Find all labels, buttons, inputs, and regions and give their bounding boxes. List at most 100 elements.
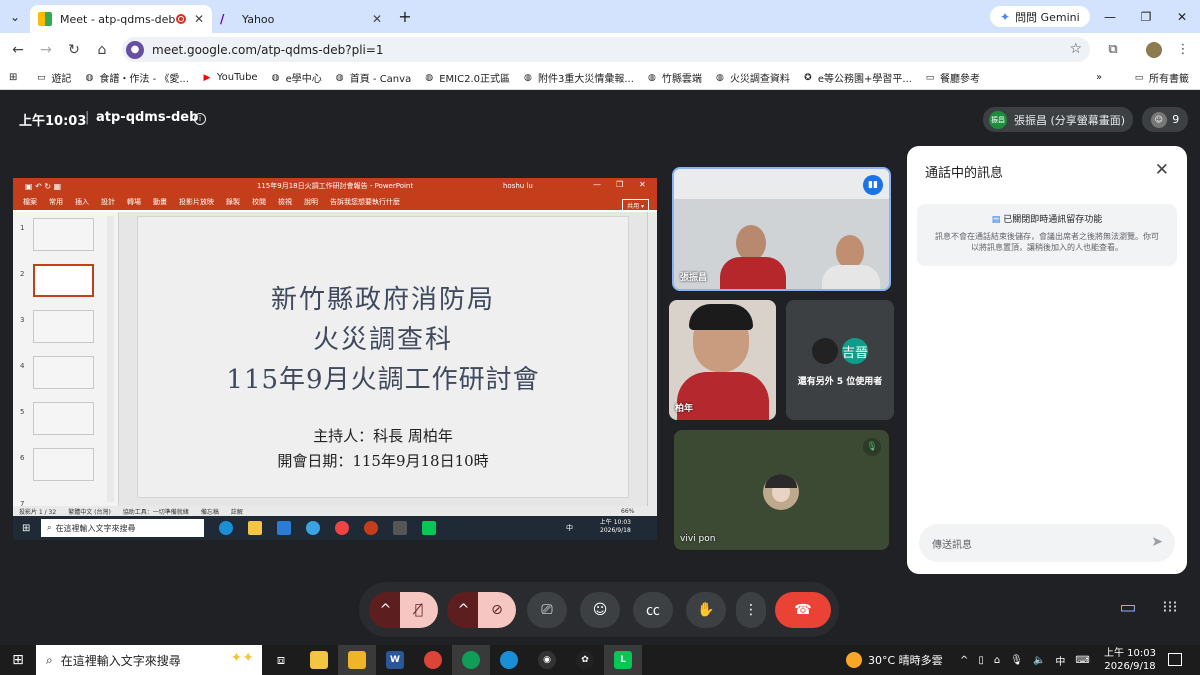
extensions-puzzle-icon[interactable]: ⧉ [1098, 33, 1128, 66]
video-tile-bainian[interactable]: 柏年 [669, 300, 776, 420]
reactions-button[interactable]: ☺ [580, 592, 620, 628]
send-icon[interactable]: ➤ [1151, 534, 1163, 550]
bookmark-item[interactable]: ✪ e等公務園+學習平... [802, 70, 912, 86]
media-app-icon[interactable]: ◉ [528, 645, 566, 675]
weather-text: 30°C 晴時多雲 [868, 654, 943, 667]
present-screen-button[interactable]: ⎚ [527, 592, 567, 628]
tray-keyboard-icon[interactable]: ⌨ [1075, 655, 1089, 666]
bookmark-label: e等公務園+學習平... [817, 74, 912, 85]
tray-mic-icon[interactable]: 🎙 [1010, 655, 1023, 666]
start-windows-icon[interactable]: ⊞ [0, 645, 36, 675]
meeting-info-icon[interactable]: i [194, 113, 206, 125]
new-tab-button[interactable]: + [390, 7, 420, 26]
chatgpt-icon[interactable]: ✿ [566, 645, 604, 675]
bookmark-item[interactable]: ◍ e學中心 [270, 70, 322, 86]
file-explorer-icon[interactable] [338, 645, 376, 675]
shared-edge-icon [219, 521, 233, 535]
activities-grid-icon[interactable]: ⁝⁝⁝ [1158, 597, 1182, 621]
bookmark-item[interactable]: ▭ 遊記 [35, 70, 71, 86]
slide-thumbnail [33, 448, 94, 481]
restore-window-icon[interactable]: ❐ [1128, 0, 1164, 33]
shared-ime: 中 [566, 524, 573, 532]
bookmark-label: 竹縣雲端 [661, 74, 702, 85]
tray-network-icon[interactable]: ⌂ [994, 655, 1000, 666]
more-participants-tile[interactable]: 吉晉 還有另外 5 位使用者 [786, 300, 894, 420]
bookmark-item[interactable]: ◍ 附件3重大災情彙報... [522, 70, 634, 86]
chat-message-input[interactable]: 傳送訊息 ➤ [919, 524, 1175, 562]
tab-search-chevron-icon[interactable]: ⌄ [0, 0, 30, 33]
chrome-icon[interactable] [414, 645, 452, 675]
close-chat-icon[interactable]: ✕ [1155, 160, 1169, 180]
video-tile-vivi[interactable]: 🎙 vivi pon [674, 430, 889, 550]
audio-options-chevron-icon[interactable]: ^ [369, 592, 402, 628]
tab-title: Yahoo [242, 12, 275, 26]
all-bookmarks[interactable]: ▭ 所有書籤 [1133, 70, 1189, 86]
tray-device-icon[interactable]: ▯ [978, 655, 984, 666]
reload-icon[interactable]: ↻ [60, 42, 88, 58]
edge-icon[interactable] [490, 645, 528, 675]
thumbnail-number: 2 [20, 270, 25, 278]
tab-meet[interactable]: Meet - atp-qdms-deb ✕ [30, 5, 212, 33]
task-view-icon[interactable]: ⧈ [262, 645, 300, 675]
omnibox[interactable]: ● meet.google.com/atp-qdms-deb?pli=1 ☆ [122, 37, 1090, 62]
chrome-profile-icon[interactable] [452, 645, 490, 675]
tray-volume-icon[interactable]: 🔈 [1033, 655, 1045, 666]
taskbar-search[interactable]: ⌕ 在這裡輸入文字來搜尋 ✦✦ [36, 645, 262, 675]
bookmark-item[interactable]: ◍ 首頁 - Canva [334, 70, 411, 86]
apps-grid-icon[interactable]: ⊞ [9, 72, 17, 83]
bookmark-item[interactable]: ▭ 餐廳參考 [924, 70, 980, 86]
more-options-button[interactable]: ⋮ [736, 592, 766, 628]
participants-button[interactable]: ☺ 9 [1142, 107, 1188, 132]
raise-hand-button[interactable]: ✋ [686, 592, 726, 628]
shared-ppt-icon [364, 521, 378, 535]
word-icon[interactable]: W [376, 645, 414, 675]
captions-icon: ㏄ [646, 603, 660, 619]
system-clock[interactable]: 上午 10:03 2026/9/18 [1104, 647, 1156, 673]
captions-button[interactable]: ㏄ [633, 592, 673, 628]
more-menu-icon[interactable]: ⋮ [1168, 33, 1198, 66]
presenter-chip[interactable]: 振昌 張振昌 (分享螢幕畫面) [983, 107, 1134, 132]
slide-thumbnail [33, 402, 94, 435]
bookmarks-overflow-icon[interactable]: » [1096, 72, 1102, 83]
gemini-button[interactable]: ✦ 問問 Gemini [990, 6, 1090, 27]
tray-ime[interactable]: 中 [1055, 653, 1065, 668]
slide-thumbnail [33, 264, 94, 297]
video-options-chevron-icon[interactable]: ^ [447, 592, 480, 628]
camera-off-button[interactable]: ⊘ [478, 592, 516, 628]
ppt-status-bar: 投影片 1 / 32 繁體中文 (台灣) 協助工具：一切準備就緒 備忘稿 註解 66% [13, 506, 657, 516]
url-text[interactable]: meet.google.com/atp-qdms-deb?pli=1 [152, 43, 384, 57]
ppt-ribbon-tab: 動畫 [153, 198, 167, 206]
notification-icon[interactable] [1168, 653, 1182, 666]
leave-call-button[interactable]: ☎ [775, 592, 831, 628]
current-slide: 新竹縣政府消防局 火災調查科 115年9月火調工作研討會 主持人：科長 周柏年 … [137, 216, 629, 498]
profile-avatar[interactable] [1139, 33, 1169, 66]
forward-arrow-icon[interactable]: → [32, 42, 60, 58]
tab-yahoo[interactable]: / Yahoo ✕ [212, 5, 390, 33]
bookmark-item[interactable]: ◍ 竹縣雲端 [646, 70, 702, 86]
thumbnail-number: 1 [20, 224, 25, 232]
mic-off-button[interactable]: 🎙̸ [400, 592, 438, 628]
bookmark-item[interactable]: ◍ EMIC2.0正式區 [423, 70, 510, 86]
bookmark-item[interactable]: ▶ YouTube [201, 70, 257, 85]
close-tab-icon[interactable]: ✕ [372, 12, 382, 26]
slide-thumbnail [33, 218, 94, 251]
bookmark-star-icon[interactable]: ☆ [1069, 41, 1082, 57]
video-tile-presenter[interactable]: ▮▮ 張振昌 [672, 167, 891, 291]
line-app-icon[interactable]: L [604, 645, 642, 675]
more-participants-text: 還有另外 5 位使用者 [797, 377, 883, 387]
tray-overflow-icon[interactable]: ^ [960, 655, 968, 666]
close-window-icon[interactable]: ✕ [1164, 0, 1200, 33]
back-arrow-icon[interactable]: ← [4, 42, 32, 58]
bookmark-item[interactable]: ◍ 火災調查資料 [714, 70, 790, 86]
chat-toggle-icon[interactable]: ▭ [1113, 597, 1143, 621]
bookmark-item[interactable]: ◍ 食譜・作法 - 《愛... [83, 70, 188, 86]
site-mic-icon[interactable]: ● [126, 40, 144, 59]
camera-off-icon: ⊘ [491, 602, 503, 618]
sticky-notes-icon[interactable] [300, 645, 338, 675]
minimize-window-icon[interactable]: — [1092, 0, 1128, 33]
home-icon[interactable]: ⌂ [88, 42, 116, 58]
gemini-sparkle-icon: ✦ [1000, 9, 1011, 24]
weather-widget[interactable]: 30°C 晴時多雲 [846, 645, 943, 675]
close-tab-icon[interactable]: ✕ [194, 12, 204, 26]
ppt-ribbon-tab: 設計 [101, 198, 115, 206]
